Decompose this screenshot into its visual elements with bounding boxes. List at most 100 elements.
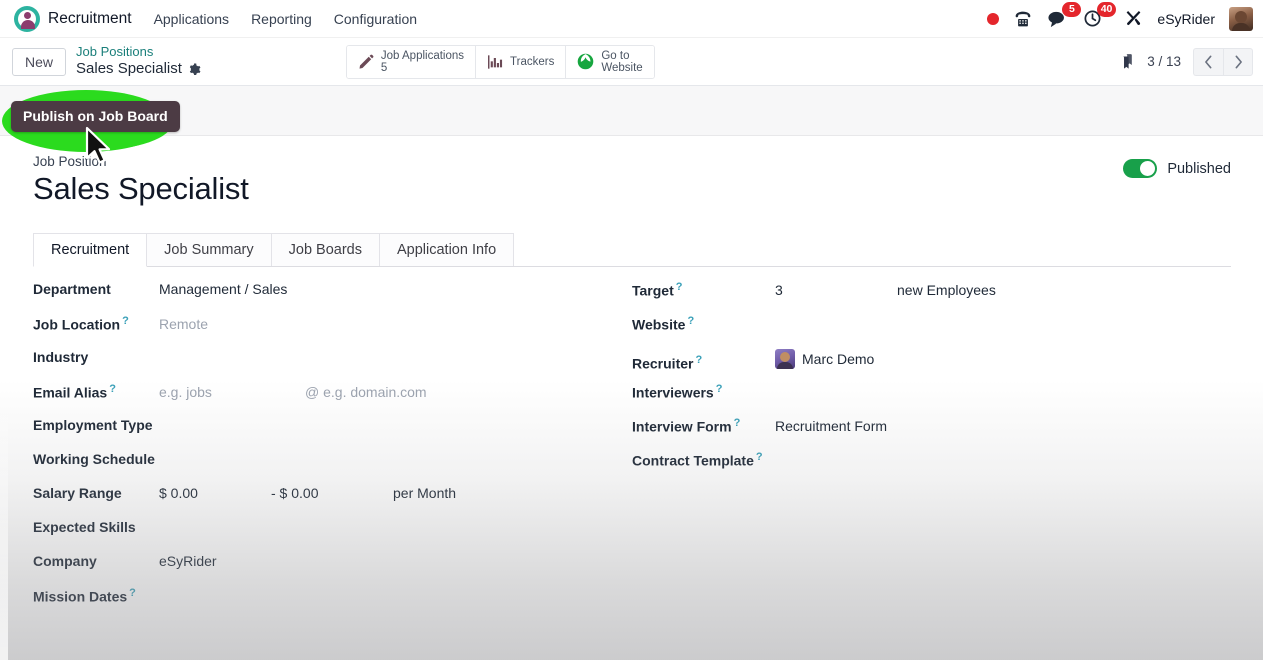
field-interviewers-label: Interviewers? xyxy=(632,383,775,401)
smart-button-go-to-website[interactable]: Go to Website xyxy=(566,46,653,78)
tab-recruitment[interactable]: Recruitment xyxy=(33,233,147,267)
help-icon[interactable]: ? xyxy=(695,354,702,366)
field-working-schedule-label: Working Schedule xyxy=(33,451,159,467)
field-website-label: Website? xyxy=(632,315,775,333)
field-interview-form-label-text: Interview Form xyxy=(632,418,732,434)
pencil-icon xyxy=(358,54,374,70)
menu-item-applications[interactable]: Applications xyxy=(154,11,230,27)
field-job-location-value[interactable]: Remote xyxy=(159,316,208,332)
help-icon[interactable]: ? xyxy=(716,383,723,395)
smart-button-job-applications[interactable]: Job Applications 5 xyxy=(347,46,476,78)
systray: 5 40 eSyRider xyxy=(987,7,1255,31)
field-contract-template-label-text: Contract Template xyxy=(632,452,754,468)
field-employment-type-label: Employment Type xyxy=(33,417,159,433)
statusbar-strip xyxy=(0,86,1263,136)
breadcrumb-current-record: Sales Specialist xyxy=(76,60,201,79)
field-salary-range: Salary Range $ 0.00 - $ 0.00 per Month xyxy=(33,485,632,519)
pager-buttons xyxy=(1193,48,1253,76)
odoo-recruitment-job-position-page: Recruitment Applications Reporting Confi… xyxy=(0,0,1263,660)
menu-item-configuration[interactable]: Configuration xyxy=(334,11,417,27)
field-salary-min-value[interactable]: $ 0.00 xyxy=(159,485,271,501)
smart-button-job-applications-value: 5 xyxy=(381,62,464,74)
field-target-label: Target? xyxy=(632,281,775,299)
smart-button-trackers-label: Trackers xyxy=(510,56,554,68)
new-button[interactable]: New xyxy=(12,48,66,76)
field-job-location: Job Location? Remote xyxy=(33,315,632,349)
recruiter-avatar xyxy=(775,349,795,369)
field-industry-label: Industry xyxy=(33,349,159,365)
pager-count: 3 / 13 xyxy=(1147,54,1181,69)
field-email-alias: Email Alias? e.g. jobs @ e.g. domain.com xyxy=(33,383,632,417)
field-job-location-label: Job Location? xyxy=(33,315,159,333)
form-column-left: Department Management / Sales Job Locati… xyxy=(33,281,632,621)
field-recruiter-value[interactable]: Marc Demo xyxy=(775,349,874,369)
smart-button-go-to-website-label: Go to xyxy=(601,50,642,62)
phone-icon[interactable] xyxy=(1013,7,1033,31)
help-icon[interactable]: ? xyxy=(676,281,683,293)
field-interview-form: Interview Form? Recruitment Form xyxy=(632,417,1231,451)
field-recruiter-name: Marc Demo xyxy=(802,351,874,367)
field-salary-period-value[interactable]: per Month xyxy=(393,485,456,501)
breadcrumb-job-positions[interactable]: Job Positions xyxy=(76,44,201,60)
control-panel-right: 3 / 13 xyxy=(1118,48,1253,76)
field-email-alias-label-text: Email Alias xyxy=(33,384,107,400)
field-salary-range-label: Salary Range xyxy=(33,485,159,501)
help-icon[interactable]: ? xyxy=(687,315,694,327)
tab-application-info[interactable]: Application Info xyxy=(379,233,514,266)
field-department-label: Department xyxy=(33,281,159,297)
field-target: Target? 3 new Employees xyxy=(632,281,1231,315)
page-title: Sales Specialist xyxy=(33,171,1123,207)
record-subtitle: Job Position xyxy=(33,154,1123,169)
field-email-alias-domain-value[interactable]: @ e.g. domain.com xyxy=(305,384,427,400)
help-icon[interactable]: ? xyxy=(129,587,136,599)
tab-job-boards[interactable]: Job Boards xyxy=(271,233,380,266)
help-icon[interactable]: ? xyxy=(756,451,763,463)
field-email-alias-label: Email Alias? xyxy=(33,383,159,401)
messages-icon[interactable]: 5 xyxy=(1047,7,1069,31)
record-title-block: Job Position Sales Specialist xyxy=(33,154,1123,207)
field-recruiter-label-text: Recruiter xyxy=(632,356,693,372)
help-icon[interactable]: ? xyxy=(122,315,129,327)
field-target-value[interactable]: 3 xyxy=(775,282,897,298)
recruitment-app-logo-icon[interactable] xyxy=(14,6,40,32)
tools-icon[interactable] xyxy=(1124,7,1143,31)
pager-previous-button[interactable] xyxy=(1193,48,1223,76)
form-fields: Department Management / Sales Job Locati… xyxy=(33,267,1231,621)
published-toggle-group[interactable]: Published xyxy=(1123,159,1231,178)
app-brand-name[interactable]: Recruitment xyxy=(48,10,132,28)
record-dot-icon[interactable] xyxy=(987,7,999,31)
breadcrumb-current-label: Sales Specialist xyxy=(76,60,182,79)
field-recruiter: Recruiter? Marc Demo xyxy=(632,349,1231,383)
notebook-tabs: Recruitment Job Summary Job Boards Appli… xyxy=(33,233,1231,267)
field-recruiter-label: Recruiter? xyxy=(632,354,775,372)
globe-icon xyxy=(577,53,594,70)
field-company: Company eSyRider xyxy=(33,553,632,587)
field-working-schedule: Working Schedule xyxy=(33,451,632,485)
help-icon[interactable]: ? xyxy=(109,383,116,395)
clock-activities-icon[interactable]: 40 xyxy=(1083,7,1102,31)
smart-button-go-to-website-text: Go to Website xyxy=(601,50,642,74)
published-toggle[interactable] xyxy=(1123,159,1157,178)
gear-icon[interactable] xyxy=(188,63,201,76)
field-department-value[interactable]: Management / Sales xyxy=(159,281,287,297)
smart-button-trackers[interactable]: Trackers xyxy=(476,46,566,78)
help-icon[interactable]: ? xyxy=(734,417,741,429)
field-expected-skills-label: Expected Skills xyxy=(33,519,159,535)
field-company-value[interactable]: eSyRider xyxy=(159,553,217,569)
field-email-alias-local-value[interactable]: e.g. jobs xyxy=(159,384,305,400)
field-company-label: Company xyxy=(33,553,159,569)
menu-item-reporting[interactable]: Reporting xyxy=(251,11,312,27)
bookmark-icon[interactable] xyxy=(1118,53,1135,70)
published-label: Published xyxy=(1167,161,1231,177)
field-interview-form-value[interactable]: Recruitment Form xyxy=(775,418,887,434)
systray-user-name[interactable]: eSyRider xyxy=(1157,11,1215,27)
field-expected-skills: Expected Skills xyxy=(33,519,632,553)
activities-badge: 40 xyxy=(1097,2,1117,17)
field-employment-type: Employment Type xyxy=(33,417,632,451)
field-salary-max-value[interactable]: - $ 0.00 xyxy=(271,485,393,501)
messages-badge: 5 xyxy=(1062,2,1081,17)
user-avatar[interactable] xyxy=(1229,7,1253,31)
tab-job-summary[interactable]: Job Summary xyxy=(146,233,271,266)
pager-next-button[interactable] xyxy=(1223,48,1253,76)
smart-buttons: Job Applications 5 Trackers xyxy=(346,45,655,79)
